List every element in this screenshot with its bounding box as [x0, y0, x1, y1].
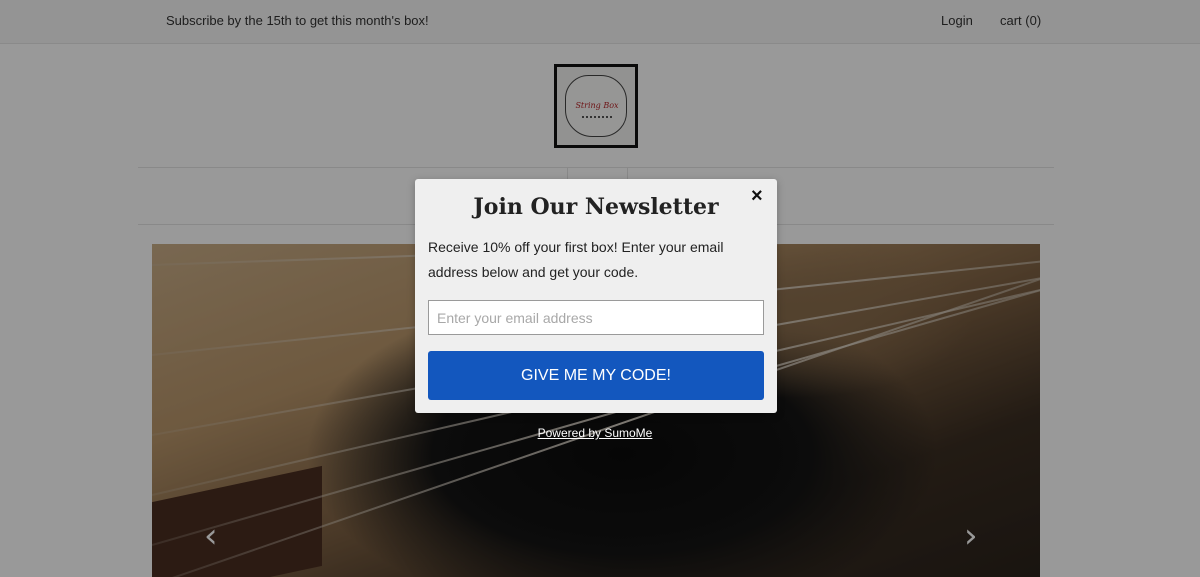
powered-by-link[interactable]: Powered by SumoMe	[0, 426, 1190, 440]
close-icon[interactable]: ×	[751, 185, 763, 208]
modal-description: Receive 10% off your first box! Enter yo…	[428, 239, 724, 280]
email-field[interactable]	[428, 300, 764, 335]
modal-title: Join Our Newsletter	[473, 194, 719, 220]
get-code-button[interactable]: GIVE ME MY CODE!	[428, 351, 764, 400]
newsletter-modal: Join Our Newsletter × Receive 10% off yo…	[415, 179, 777, 413]
